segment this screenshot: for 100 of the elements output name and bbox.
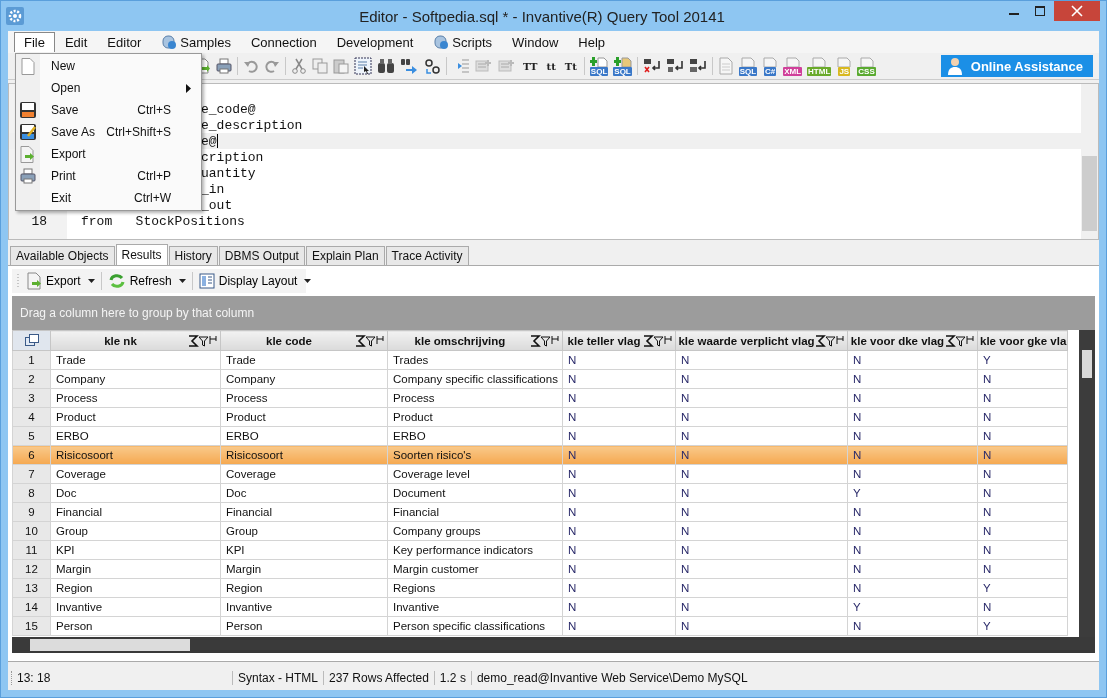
- case-button[interactable]: Tt: [562, 60, 579, 72]
- table-cell: Product: [220, 407, 388, 427]
- vertical-scrollbar[interactable]: [1081, 84, 1098, 239]
- table-cell: Margin customer: [387, 559, 563, 579]
- file-type-button[interactable]: C#: [762, 56, 779, 76]
- column-header[interactable]: [12, 330, 51, 351]
- tab[interactable]: Results: [115, 244, 168, 265]
- table-cell: N: [562, 559, 676, 579]
- tab[interactable]: Available Objects: [10, 246, 115, 265]
- menu-item[interactable]: Export: [16, 143, 201, 165]
- toolbar-button[interactable]: Export: [24, 272, 97, 290]
- find-next-icon[interactable]: [400, 58, 418, 74]
- vertical-scrollbar[interactable]: [1079, 330, 1095, 637]
- column-header[interactable]: kle waarde verplicht vlag: [675, 330, 848, 351]
- scissors-icon[interactable]: [291, 58, 307, 74]
- replace-text-icon[interactable]: [665, 58, 684, 74]
- table-cell: Company: [220, 369, 388, 389]
- menu-item[interactable]: Exit Ctrl+W: [16, 187, 201, 209]
- tab[interactable]: History: [168, 246, 218, 265]
- table-cell: N: [675, 483, 848, 503]
- table-cell: N: [847, 559, 978, 579]
- replace-text-icon[interactable]: [642, 58, 661, 74]
- table-cell: N: [977, 597, 1068, 617]
- sum-filter-icon[interactable]: [355, 334, 385, 347]
- table-cell: ERBO: [387, 426, 563, 446]
- table-cell: Trades: [387, 350, 563, 370]
- caret-icon: [178, 279, 186, 283]
- sum-filter-icon[interactable]: [530, 334, 560, 347]
- horizontal-scrollbar[interactable]: [12, 637, 1095, 653]
- case-button[interactable]: tt: [544, 60, 558, 72]
- table-cell: Company specific classifications: [387, 369, 563, 389]
- table-cell: N: [675, 350, 848, 370]
- table-cell: Product: [387, 407, 563, 427]
- table-cell: Doc: [220, 483, 388, 503]
- column-header[interactable]: kle omschrijving: [387, 330, 563, 351]
- tab[interactable]: Trace Activity: [385, 246, 469, 265]
- sum-filter-icon[interactable]: [945, 334, 975, 347]
- close-button[interactable]: [1054, 1, 1100, 21]
- menu-item[interactable]: Development: [326, 31, 424, 53]
- print-icon: [20, 168, 36, 184]
- table-cell: Person: [220, 616, 388, 636]
- print-icon[interactable]: [216, 58, 232, 74]
- menu-item[interactable]: Samples: [151, 31, 241, 53]
- table-cell: Region: [50, 578, 221, 598]
- menu-item[interactable]: Save Ctrl+S: [16, 99, 201, 121]
- column-header[interactable]: kle code: [220, 330, 388, 351]
- status-text: Syntax - HTML: [232, 671, 323, 685]
- menu-item[interactable]: Help: [568, 31, 616, 53]
- toolbar-button[interactable]: Display Layout: [196, 273, 314, 289]
- column-chooser-icon[interactable]: [24, 333, 39, 346]
- tab[interactable]: DBMS Output: [218, 246, 305, 265]
- table-cell: N: [847, 350, 978, 370]
- table-cell: Coverage level: [387, 464, 563, 484]
- menu-item[interactable]: Window: [502, 31, 569, 53]
- document-icon: [811, 56, 828, 67]
- replace-text-icon[interactable]: [688, 58, 707, 74]
- table-cell: KPI: [50, 540, 221, 560]
- case-button[interactable]: TT: [521, 60, 540, 72]
- toolbar-button[interactable]: Refresh: [105, 273, 188, 289]
- column-header[interactable]: kle nk: [50, 330, 221, 351]
- menu-item[interactable]: Scripts: [423, 31, 503, 53]
- column-header[interactable]: kle teller vlag: [562, 330, 676, 351]
- column-header[interactable]: kle voor gke vla: [977, 330, 1068, 351]
- table-cell: Person: [50, 616, 221, 636]
- table-cell: N: [675, 502, 848, 522]
- menu-item[interactable]: Save As Ctrl+Shift+S: [16, 121, 201, 143]
- menu-item[interactable]: Editor: [97, 31, 152, 53]
- menu-item[interactable]: Connection: [240, 31, 327, 53]
- column-header[interactable]: kle voor dke vlag: [847, 330, 978, 351]
- menu-item[interactable]: File: [14, 32, 55, 52]
- table-cell: N: [562, 597, 676, 617]
- menu-item[interactable]: New: [16, 55, 201, 77]
- table-cell: Person specific classifications: [387, 616, 563, 636]
- table-cell: N: [847, 521, 978, 541]
- table-cell: Margin: [50, 559, 221, 579]
- code-line: e_description: [201, 117, 303, 133]
- person-icon: [946, 57, 963, 75]
- table-cell: N: [977, 521, 1068, 541]
- table-cell: ERBO: [50, 426, 221, 446]
- table-cell: Coverage: [50, 464, 221, 484]
- sum-filter-icon[interactable]: [643, 334, 673, 347]
- grip-icon[interactable]: [16, 273, 20, 289]
- table-cell: Margin: [220, 559, 388, 579]
- menu-item[interactable]: Edit: [54, 31, 98, 53]
- sum-filter-icon[interactable]: [815, 334, 845, 347]
- table-cell: Coverage: [220, 464, 388, 484]
- tab[interactable]: Explain Plan: [305, 246, 385, 265]
- table-cell: N: [675, 407, 848, 427]
- sum-filter-icon[interactable]: [188, 334, 218, 347]
- binoculars-icon[interactable]: [377, 58, 395, 74]
- table-cell: N: [847, 388, 978, 408]
- select-all-icon[interactable]: [354, 57, 372, 75]
- table-cell: N: [562, 350, 676, 370]
- code-line: _in: [201, 181, 225, 197]
- table-cell: N: [562, 426, 676, 446]
- save-as-icon: [20, 124, 36, 140]
- menu-item[interactable]: Print Ctrl+P: [16, 165, 201, 187]
- table-cell: N: [847, 407, 978, 427]
- replace-icon[interactable]: [423, 57, 441, 75]
- table-cell: Financial: [50, 502, 221, 522]
